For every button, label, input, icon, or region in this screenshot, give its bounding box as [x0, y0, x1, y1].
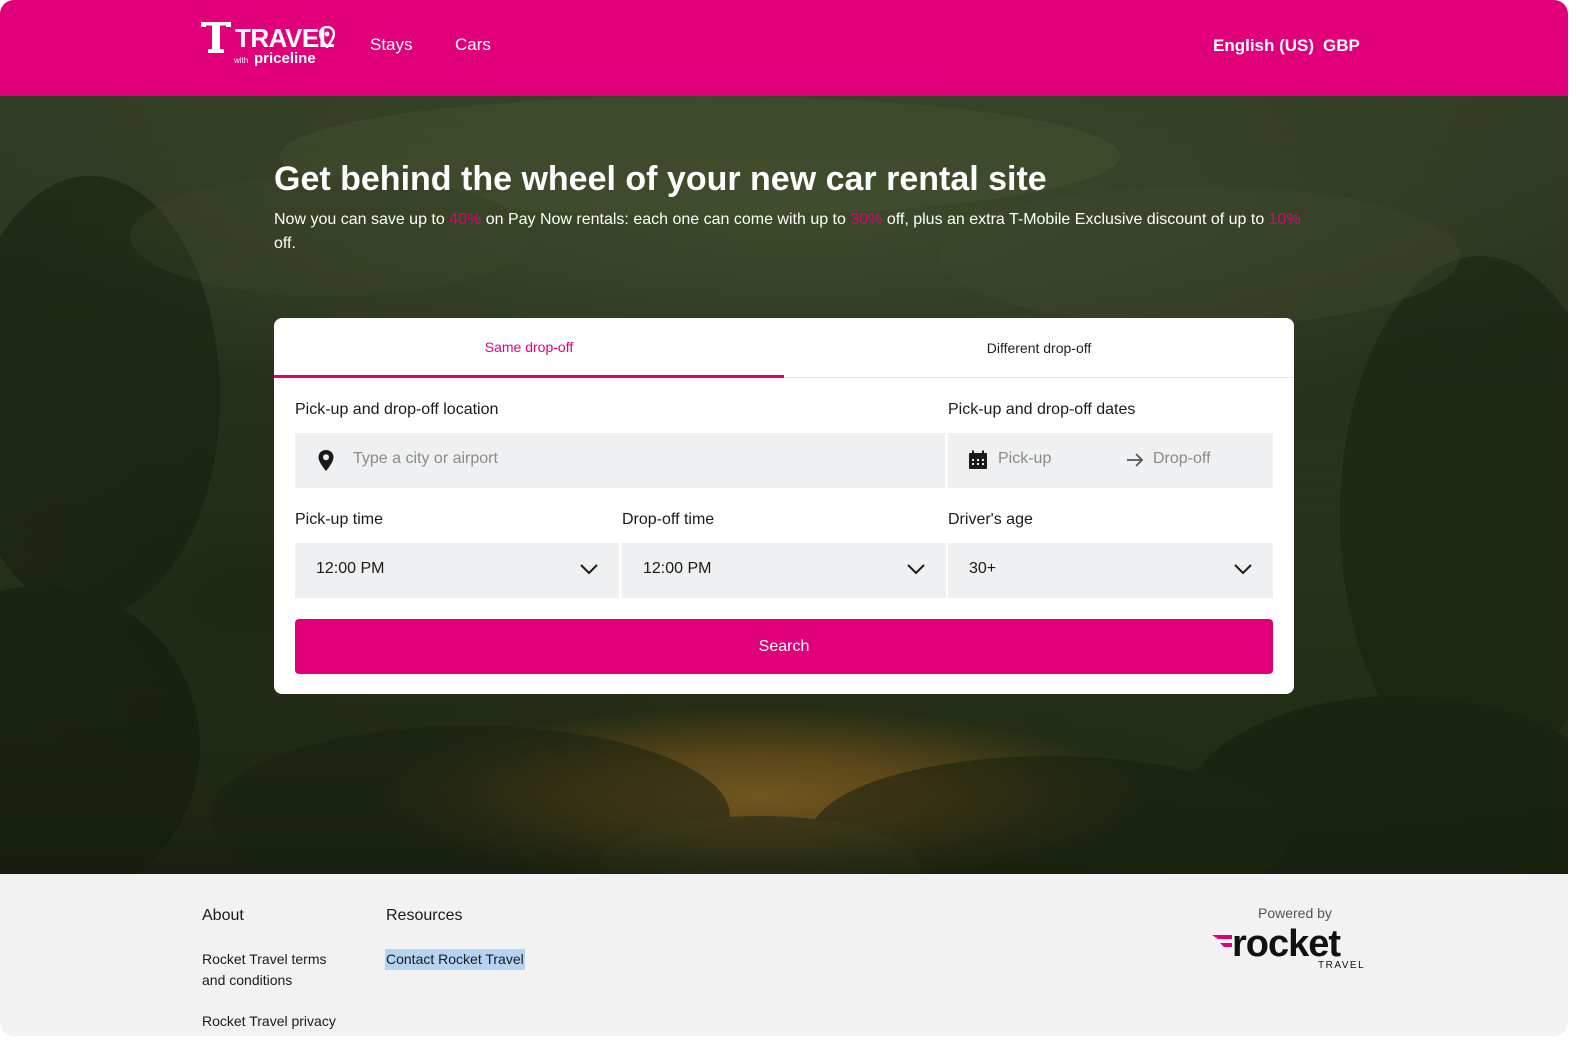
hero-title: Get behind the wheel of your new car ren… [274, 160, 1047, 198]
discount-percent: 10% [1268, 211, 1301, 228]
top-header: TRAVEL with priceline Stays Cars English… [0, 0, 1568, 96]
chevron-down-icon [907, 564, 925, 575]
arrow-right-icon [1127, 453, 1144, 467]
pickup-time-label: Pick-up time [295, 511, 384, 528]
tab-different-drop-off[interactable]: Different drop-off [784, 318, 1294, 378]
rocket-swoosh-icon [1212, 935, 1232, 939]
map-pin-icon [319, 26, 335, 48]
driver-age-label: Driver's age [948, 511, 1033, 528]
page-footer: About Rocket Travel terms and conditions… [0, 874, 1568, 1036]
car-search-form: Same drop-off Different drop-off Pick-up… [274, 318, 1294, 694]
page-frame: TRAVEL with priceline Stays Cars English… [0, 0, 1568, 1036]
privacy-link[interactable]: Rocket Travel privacy [202, 1011, 336, 1032]
terms-link-line1: Rocket Travel terms [202, 951, 327, 967]
pickup-time-select[interactable]: 12:00 PM [295, 543, 619, 598]
t-travel-logo[interactable]: TRAVEL with priceline [201, 22, 341, 70]
pickup-time-value: 12:00 PM [316, 560, 385, 577]
nav-stays[interactable]: Stays [370, 35, 413, 55]
rocket-travel-logo: rocket TRAVEL [1212, 923, 1365, 970]
logo-partner-text: priceline [254, 50, 316, 67]
tab-same-drop-off[interactable]: Same drop-off [274, 318, 784, 378]
rocket-logo-name: rocket [1232, 923, 1341, 965]
hero-subtitle-text: on Pay Now rentals: each one can come wi… [481, 211, 851, 228]
dropoff-date-placeholder: Drop-off [1153, 450, 1211, 467]
contact-link[interactable]: Contact Rocket Travel [385, 949, 525, 970]
date-range-input[interactable]: Pick-up Drop-off [948, 433, 1273, 488]
pickup-date-placeholder: Pick-up [998, 450, 1052, 467]
footer-resources-heading: Resources [386, 907, 463, 924]
hero-subtitle-text: off, plus an extra T-Mobile Exclusive di… [882, 211, 1269, 228]
location-pin-icon [318, 450, 334, 471]
terms-link[interactable]: Rocket Travel terms and conditions [202, 949, 326, 991]
powered-by-label: Powered by [1258, 905, 1332, 921]
dropoff-time-label: Drop-off time [622, 511, 715, 528]
calendar-icon [969, 450, 987, 469]
terms-link-line2: and conditions [202, 972, 293, 988]
hero-section: Get behind the wheel of your new car ren… [0, 96, 1568, 874]
location-placeholder: Type a city or airport [353, 450, 498, 467]
discount-percent: 40% [449, 211, 482, 228]
discount-percent: 30% [850, 211, 883, 228]
location-label: Pick-up and drop-off location [295, 401, 499, 418]
chevron-down-icon [1234, 564, 1252, 575]
footer-about-heading: About [202, 907, 244, 924]
hero-subtitle-text: Now you can save up to [274, 211, 450, 228]
currency-selector[interactable]: GBP [1323, 36, 1360, 56]
logo-with-text: with [234, 56, 249, 65]
nav-cars[interactable]: Cars [455, 35, 491, 55]
dropoff-time-value: 12:00 PM [643, 560, 712, 577]
driver-age-value: 30+ [969, 560, 997, 577]
language-selector[interactable]: English (US) [1213, 36, 1314, 56]
hero-subtitle-text: off. [274, 235, 296, 252]
location-input[interactable]: Type a city or airport [295, 433, 945, 488]
driver-age-select[interactable]: 30+ [948, 543, 1273, 598]
dropoff-time-select[interactable]: 12:00 PM [622, 543, 946, 598]
t-mobile-logo-icon [201, 22, 231, 53]
search-button[interactable]: Search [295, 619, 1273, 674]
rocket-logo-sub: TRAVEL [1318, 960, 1365, 970]
dates-label: Pick-up and drop-off dates [948, 401, 1136, 418]
hero-subtitle: Now you can save up to 40% on Pay Now re… [274, 208, 1304, 256]
chevron-down-icon [580, 564, 598, 575]
